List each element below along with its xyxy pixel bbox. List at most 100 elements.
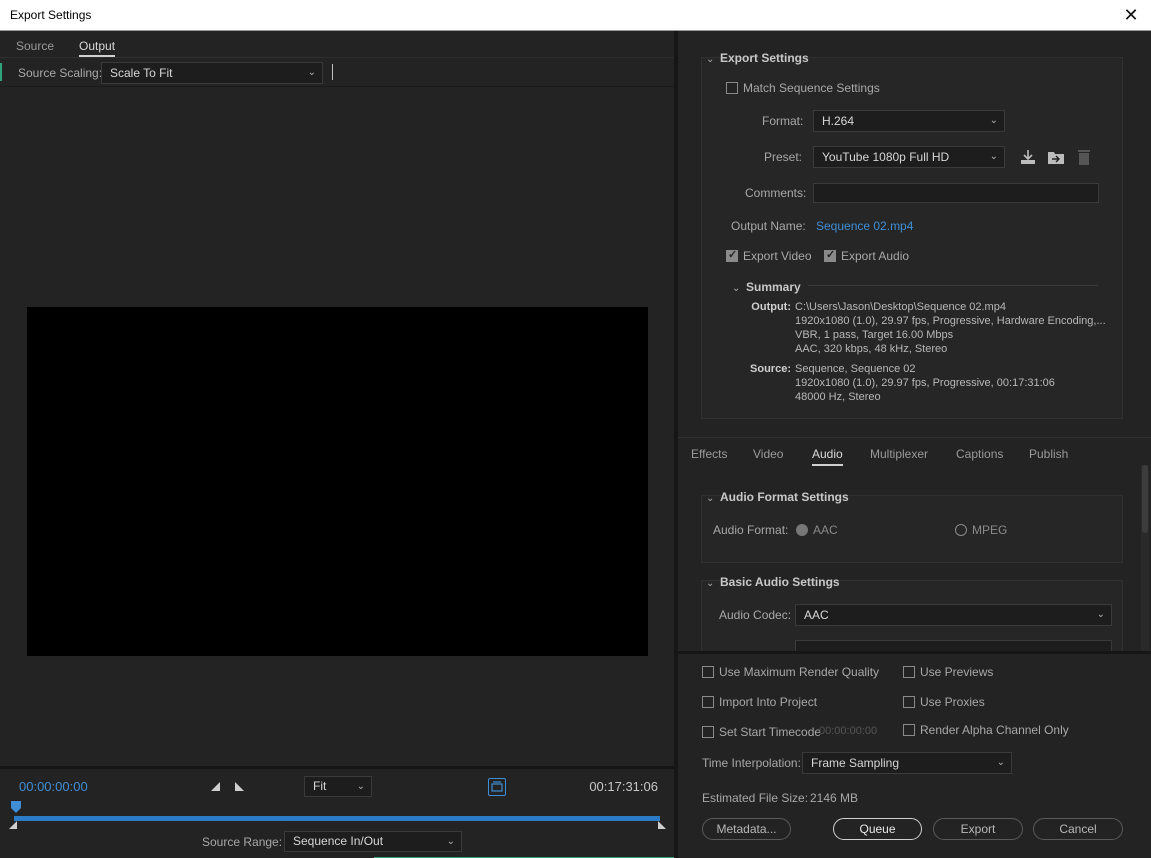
- scrollbar-thumb[interactable]: [1142, 465, 1148, 533]
- chevron-down-icon: ⌄: [989, 151, 998, 162]
- mark-in-icon[interactable]: [210, 780, 222, 792]
- export-video-checkbox[interactable]: [726, 248, 738, 262]
- tab-captions[interactable]: Captions: [956, 447, 1003, 461]
- window-title: Export Settings: [10, 8, 92, 22]
- tab-publish[interactable]: Publish: [1029, 447, 1068, 461]
- preset-dropdown[interactable]: YouTube 1080p Full HD ⌄: [813, 146, 1005, 168]
- match-sequence-checkbox[interactable]: [726, 82, 738, 94]
- source-scaling-value: Scale To Fit: [110, 66, 173, 80]
- max-render-quality-checkbox[interactable]: [702, 666, 714, 678]
- set-start-timecode-checkbox[interactable]: [702, 726, 714, 738]
- basic-audio-heading[interactable]: ⌄ Basic Audio Settings: [706, 575, 840, 589]
- audio-codec-dropdown[interactable]: AAC ⌄: [795, 604, 1112, 626]
- sample-rate-dropdown[interactable]: [795, 640, 1112, 651]
- summary-output-line: VBR, 1 pass, Target 16.00 Mbps: [795, 329, 954, 341]
- summary-source-key: Source:: [750, 363, 791, 375]
- cancel-button[interactable]: Cancel: [1033, 818, 1123, 840]
- delete-preset-icon[interactable]: [1075, 148, 1093, 166]
- range-start-handle-icon[interactable]: [8, 820, 18, 830]
- format-dropdown[interactable]: H.264 ⌄: [813, 110, 1005, 132]
- summary-source-line: Sequence, Sequence 02: [795, 363, 916, 375]
- tab-effects[interactable]: Effects: [691, 447, 727, 461]
- import-preset-icon[interactable]: [1047, 148, 1065, 166]
- preview-area: [0, 88, 674, 765]
- tab-source[interactable]: Source: [16, 39, 54, 53]
- summary-source-line: 48000 Hz, Stereo: [795, 391, 881, 403]
- use-proxies-checkbox[interactable]: [903, 696, 915, 708]
- estimated-size-label: Estimated File Size:: [702, 791, 809, 805]
- estimated-size-value: 2146 MB: [810, 791, 859, 805]
- time-range-track[interactable]: [14, 816, 660, 821]
- audio-codec-label: Audio Codec:: [719, 608, 792, 622]
- audio-settings-panel: ⌄ Audio Format Settings Audio Format: AAC…: [678, 465, 1151, 651]
- source-range-value: Sequence In/Out: [293, 834, 384, 848]
- import-into-project-label: Import Into Project: [719, 695, 818, 709]
- tab-output[interactable]: Output: [79, 39, 116, 57]
- summary-output-key: Output:: [751, 301, 791, 313]
- mpeg-radio[interactable]: [955, 524, 967, 536]
- collapse-arrow-icon: ⌄: [706, 578, 715, 589]
- export-button[interactable]: Export: [933, 818, 1023, 840]
- chevron-down-icon: ⌄: [1096, 609, 1105, 620]
- use-proxies-label: Use Proxies: [920, 695, 985, 709]
- time-interpolation-dropdown[interactable]: Frame Sampling ⌄: [802, 752, 1012, 774]
- aac-radio[interactable]: [796, 524, 808, 536]
- range-end-handle-icon[interactable]: [657, 820, 667, 830]
- metadata-button[interactable]: Metadata...: [702, 818, 791, 840]
- export-audio-checkbox[interactable]: [824, 248, 836, 262]
- playhead-icon[interactable]: [10, 800, 22, 814]
- save-preset-icon[interactable]: [1019, 148, 1037, 166]
- format-label: Format:: [762, 114, 804, 128]
- collapse-arrow-icon: ⌄: [706, 54, 715, 65]
- source-scaling-dropdown[interactable]: Scale To Fit ⌄: [101, 62, 323, 84]
- preset-value: YouTube 1080p Full HD: [822, 150, 950, 164]
- summary-heading-text: Summary: [746, 280, 801, 294]
- export-video-label: Export Video: [743, 249, 812, 263]
- mpeg-option-label: MPEG: [972, 523, 1008, 537]
- tab-audio[interactable]: Audio: [812, 447, 843, 466]
- collapse-arrow-icon: ⌄: [732, 283, 741, 294]
- settings-scrollbar[interactable]: [1141, 465, 1149, 651]
- set-start-timecode-label: Set Start Timecode: [719, 725, 822, 739]
- source-range-dropdown[interactable]: Sequence In/Out ⌄: [284, 831, 462, 852]
- source-scaling-label: Source Scaling:: [18, 66, 103, 80]
- divider: [332, 64, 333, 80]
- export-options-panel: Use Maximum Render Quality Use Previews …: [678, 651, 1151, 858]
- tab-video[interactable]: Video: [753, 447, 783, 461]
- start-timecode-field: 00:00:00:00: [819, 725, 878, 737]
- summary-heading[interactable]: ⌄ Summary: [732, 280, 801, 294]
- render-alpha-checkbox[interactable]: [903, 724, 915, 736]
- tab-multiplexer[interactable]: Multiplexer: [870, 447, 928, 461]
- audio-format-heading[interactable]: ⌄ Audio Format Settings: [706, 490, 849, 504]
- audio-codec-value: AAC: [804, 608, 829, 622]
- comments-field[interactable]: [813, 183, 1099, 203]
- row-marker: [0, 63, 2, 81]
- summary-source-line: 1920x1080 (1.0), 29.97 fps, Progressive,…: [795, 377, 1055, 389]
- current-timecode[interactable]: 00:00:00:00: [19, 779, 88, 794]
- use-previews-label: Use Previews: [920, 665, 994, 679]
- chevron-down-icon: ⌄: [989, 115, 998, 126]
- audio-format-label: Audio Format:: [713, 523, 789, 537]
- preview-tabs: Source Output: [0, 31, 674, 58]
- source-scaling-row: Source Scaling: Scale To Fit ⌄: [0, 59, 674, 87]
- export-settings-heading[interactable]: ⌄ Export Settings: [706, 51, 809, 65]
- output-name-link[interactable]: Sequence 02.mp4: [816, 219, 913, 233]
- close-icon[interactable]: ✕: [1111, 0, 1151, 31]
- preset-label: Preset:: [764, 150, 803, 164]
- max-render-quality-label: Use Maximum Render Quality: [719, 665, 880, 679]
- import-into-project-checkbox[interactable]: [702, 696, 714, 708]
- match-sequence-label: Match Sequence Settings: [743, 81, 880, 95]
- mark-out-icon[interactable]: [233, 780, 245, 792]
- aspect-ratio-icon[interactable]: [488, 778, 506, 796]
- queue-button[interactable]: Queue: [833, 818, 922, 840]
- use-previews-checkbox[interactable]: [903, 666, 915, 678]
- summary-divider: [808, 285, 1098, 286]
- fit-dropdown[interactable]: Fit ⌄: [304, 776, 372, 797]
- render-alpha-label: Render Alpha Channel Only: [920, 723, 1069, 737]
- audio-format-heading-text: Audio Format Settings: [720, 490, 849, 504]
- source-range-label: Source Range:: [202, 835, 283, 849]
- video-preview: [27, 307, 648, 656]
- export-settings-heading-text: Export Settings: [720, 51, 809, 65]
- time-interpolation-value: Frame Sampling: [811, 756, 900, 770]
- timeline-bar: 00:00:00:00 Fit ⌄ 00:17:31:06 Source Ran…: [0, 766, 674, 858]
